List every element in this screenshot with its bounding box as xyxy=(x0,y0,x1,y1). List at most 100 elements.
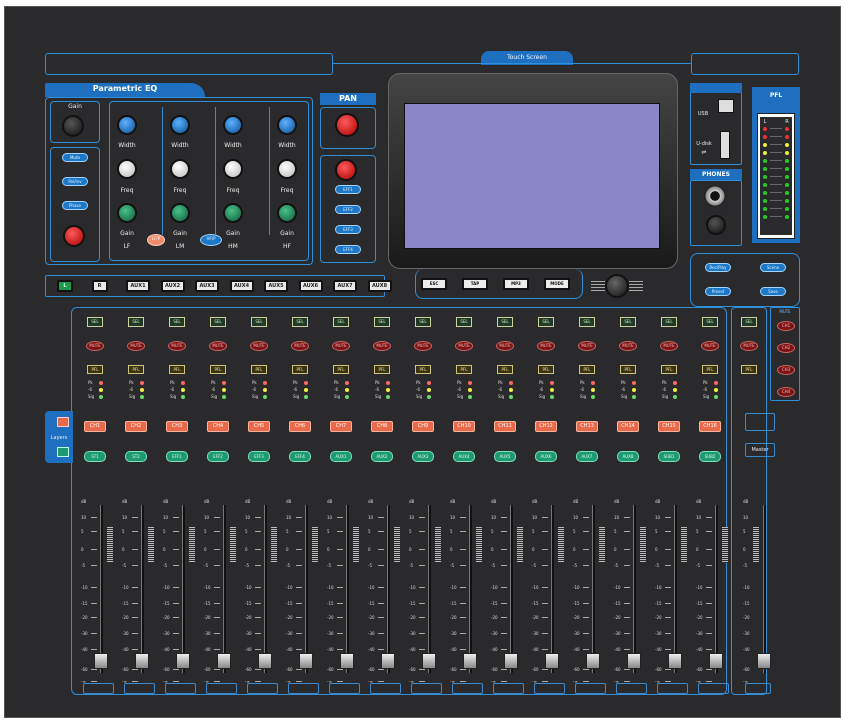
fader-cap[interactable] xyxy=(627,653,641,669)
fader-label-box[interactable] xyxy=(534,683,565,694)
channel-sel-button[interactable]: SEL xyxy=(661,317,677,327)
channel-sel-button[interactable]: SEL xyxy=(333,317,349,327)
lf-peak-button[interactable]: LF/P xyxy=(147,234,165,246)
eq-width-knob[interactable] xyxy=(117,115,137,135)
channel-layer1-button[interactable]: CH2 xyxy=(125,421,147,432)
channel-pfl-button[interactable]: PFL xyxy=(579,365,595,374)
channel-pfl-button[interactable]: PFL xyxy=(128,365,144,374)
channel-layer2-button[interactable]: EFF3 xyxy=(248,451,270,462)
fader-cap[interactable] xyxy=(709,653,723,669)
bus-button[interactable]: AUX6 xyxy=(298,280,323,292)
mp3-button[interactable]: MP3 xyxy=(503,278,529,290)
channel-layer1-button[interactable]: CH4 xyxy=(207,421,229,432)
pan-knob[interactable] xyxy=(335,113,359,137)
channel-layer1-button[interactable]: CH11 xyxy=(494,421,516,432)
channel-mute-button[interactable]: MUTE xyxy=(209,341,227,351)
fx-knob[interactable] xyxy=(335,159,357,181)
channel-pfl-button[interactable]: PFL xyxy=(251,365,267,374)
tap-button[interactable]: TAP xyxy=(462,278,488,290)
eq-mute-button[interactable]: Mute xyxy=(62,153,88,162)
bus-button[interactable]: AUX2 xyxy=(160,280,185,292)
fx-eff2-button[interactable]: EFF2 xyxy=(335,205,361,214)
channel-pfl-button[interactable]: PFL xyxy=(661,365,677,374)
fader-cap[interactable] xyxy=(545,653,559,669)
mute-group-button[interactable]: CH2 xyxy=(777,343,795,353)
channel-layer2-button[interactable]: AUX2 xyxy=(371,451,393,462)
channel-mute-button[interactable]: MUTE xyxy=(250,341,268,351)
channel-mute-button[interactable]: MUTE xyxy=(291,341,309,351)
channel-layer1-button[interactable]: CH10 xyxy=(453,421,475,432)
scene-button[interactable]: Scene xyxy=(760,263,786,272)
fader-cap[interactable] xyxy=(258,653,272,669)
eq-freq-knob[interactable] xyxy=(277,159,297,179)
channel-layer2-button[interactable]: SUB2 xyxy=(699,451,721,462)
usb-port[interactable] xyxy=(718,99,734,113)
channel-mute-button[interactable]: MUTE xyxy=(701,341,719,351)
fader-cap[interactable] xyxy=(340,653,354,669)
channel-mute-button[interactable]: MUTE xyxy=(332,341,350,351)
channel-mute-button[interactable]: MUTE xyxy=(168,341,186,351)
channel-pfl-button[interactable]: PFL xyxy=(620,365,636,374)
channel-layer1-button[interactable]: CH1 xyxy=(84,421,106,432)
channel-sel-button[interactable]: SEL xyxy=(210,317,226,327)
fader-label-box[interactable] xyxy=(206,683,237,694)
channel-layer2-button[interactable]: AUX3 xyxy=(412,451,434,462)
channel-sel-button[interactable]: SEL xyxy=(87,317,103,327)
eq-width-knob[interactable] xyxy=(277,115,297,135)
fader-cap[interactable] xyxy=(94,653,108,669)
bus-button[interactable]: R xyxy=(91,280,108,292)
channel-layer1-button[interactable]: CH8 xyxy=(371,421,393,432)
master-fader-cap[interactable] xyxy=(757,653,771,669)
fader-cap[interactable] xyxy=(504,653,518,669)
eq-gain-knob[interactable] xyxy=(223,203,243,223)
channel-mute-button[interactable]: MUTE xyxy=(455,341,473,351)
channel-layer2-button[interactable]: EFF1 xyxy=(166,451,188,462)
channel-mute-button[interactable]: MUTE xyxy=(373,341,391,351)
channel-layer2-button[interactable]: AUX5 xyxy=(494,451,516,462)
channel-pfl-button[interactable]: PFL xyxy=(374,365,390,374)
fader-label-box[interactable] xyxy=(165,683,196,694)
channel-sel-button[interactable]: SEL xyxy=(620,317,636,327)
channel-layer2-button[interactable]: ST2 xyxy=(125,451,147,462)
fader-label-box[interactable] xyxy=(493,683,524,694)
mute-group-button[interactable]: CH3 xyxy=(777,365,795,375)
fader-label-box[interactable] xyxy=(370,683,401,694)
channel-layer1-button[interactable]: CH6 xyxy=(289,421,311,432)
bus-button[interactable]: AUX4 xyxy=(229,280,254,292)
fader-cap[interactable] xyxy=(668,653,682,669)
channel-pfl-button[interactable]: PFL xyxy=(456,365,472,374)
udisk-port[interactable] xyxy=(720,131,730,159)
channel-pfl-button[interactable]: PFL xyxy=(538,365,554,374)
eq-freq-knob[interactable] xyxy=(170,159,190,179)
channel-sel-button[interactable]: SEL xyxy=(128,317,144,327)
fader-cap[interactable] xyxy=(217,653,231,669)
eq-red-knob[interactable] xyxy=(63,225,85,247)
channel-layer2-button[interactable]: AUX6 xyxy=(535,451,557,462)
channel-mute-button[interactable]: MUTE xyxy=(414,341,432,351)
fader-cap[interactable] xyxy=(299,653,313,669)
layer-1-button[interactable] xyxy=(57,417,69,427)
master-fader-box[interactable] xyxy=(745,683,771,694)
channel-pfl-button[interactable]: PFL xyxy=(497,365,513,374)
fader-cap[interactable] xyxy=(381,653,395,669)
fader-label-box[interactable] xyxy=(83,683,114,694)
eq-gain-knob[interactable] xyxy=(170,203,190,223)
channel-pfl-button[interactable]: PFL xyxy=(210,365,226,374)
fader-cap[interactable] xyxy=(135,653,149,669)
channel-pfl-button[interactable]: PFL xyxy=(292,365,308,374)
fx-eff1-button[interactable]: EFF1 xyxy=(335,185,361,194)
channel-layer2-button[interactable]: EFF4 xyxy=(289,451,311,462)
bus-button[interactable]: AUX7 xyxy=(333,280,357,292)
channel-mute-button[interactable]: MUTE xyxy=(537,341,555,351)
channel-layer2-button[interactable]: AUX8 xyxy=(617,451,639,462)
data-wheel[interactable] xyxy=(605,274,629,298)
eq-gain-knob[interactable] xyxy=(117,203,137,223)
channel-pfl-button[interactable]: PFL xyxy=(87,365,103,374)
fader-cap[interactable] xyxy=(463,653,477,669)
bus-button[interactable]: AUX5 xyxy=(264,280,288,292)
mode-button[interactable]: MODE xyxy=(544,278,570,290)
channel-layer2-button[interactable]: AUX4 xyxy=(453,451,475,462)
channel-sel-button[interactable]: SEL xyxy=(415,317,431,327)
channel-sel-button[interactable]: SEL xyxy=(169,317,185,327)
channel-sel-button[interactable]: SEL xyxy=(538,317,554,327)
